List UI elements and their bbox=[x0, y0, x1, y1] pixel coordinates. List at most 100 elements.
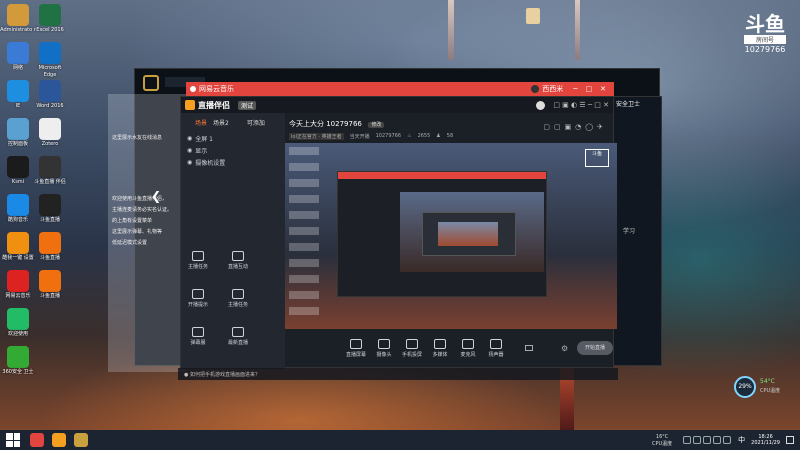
recycle-bin-icon[interactable] bbox=[526, 8, 540, 24]
desktop-shortcut[interactable]: 控制面板 bbox=[0, 118, 36, 148]
footer-hint[interactable]: ● 如何把手机游戏直播画面进来？ bbox=[178, 368, 618, 380]
side-tool-label: 最新直播 bbox=[227, 340, 248, 346]
camera-icon[interactable] bbox=[525, 345, 533, 351]
security-item[interactable]: 学习 bbox=[623, 226, 661, 235]
side-tool-button[interactable]: 主播任务 bbox=[185, 251, 211, 270]
tray-icons[interactable] bbox=[682, 436, 732, 444]
taskbar-app-icon[interactable] bbox=[52, 433, 66, 447]
start-button[interactable] bbox=[6, 433, 20, 447]
bottom-tool-label: 扬声器 bbox=[488, 352, 504, 358]
notification-icon[interactable] bbox=[786, 436, 794, 444]
app-icon bbox=[7, 308, 29, 330]
chevron-left-icon[interactable]: ❮ bbox=[151, 189, 165, 203]
desktop-shortcut-label: 酷我一键 设置 bbox=[2, 255, 34, 261]
desktop-shortcut-label: 网易云音乐 bbox=[5, 293, 31, 299]
tray-icon[interactable] bbox=[703, 436, 712, 444]
start-stream-button[interactable]: 开始直播 bbox=[577, 341, 613, 355]
side-tool-button[interactable]: 主播任务 bbox=[225, 289, 251, 308]
bottom-tool-button[interactable]: 扬声器 bbox=[485, 339, 507, 358]
music-titlebar[interactable]: 网易云音乐 西西米 ─ □ ✕ bbox=[186, 82, 614, 96]
desktop-shortcut[interactable]: IE bbox=[0, 80, 36, 110]
volume-icon[interactable] bbox=[723, 436, 732, 444]
avatar[interactable] bbox=[536, 100, 546, 110]
heat-value: 2655 bbox=[417, 133, 431, 139]
category-tag[interactable]: lol正在官方 · 英雄王者 bbox=[289, 133, 344, 140]
source-item[interactable]: ◉ 显示 bbox=[187, 144, 281, 156]
tray-icon[interactable] bbox=[693, 436, 702, 444]
bottom-tool-button[interactable]: 多媒体 bbox=[429, 339, 451, 358]
cpu-widget[interactable]: 29% 54°C CPU温度 bbox=[734, 376, 786, 398]
preview-canvas[interactable]: 斗鱼 bbox=[285, 143, 617, 329]
side-tool-button[interactable]: 最新直播 bbox=[225, 327, 251, 346]
desktop-shortcut[interactable]: 网络 bbox=[0, 42, 36, 72]
desktop-shortcut[interactable]: 斗鱼直播 伴侣 bbox=[32, 156, 68, 186]
network-icon[interactable] bbox=[713, 436, 722, 444]
eye-icon[interactable]: ◉ bbox=[187, 135, 192, 142]
side-tool-button[interactable]: 弹幕服 bbox=[185, 327, 211, 346]
tray-icon[interactable] bbox=[683, 436, 692, 444]
tool-icon bbox=[232, 327, 244, 337]
music-logo-icon bbox=[190, 86, 196, 92]
desktop-shortcut[interactable]: Microsoft Edge bbox=[32, 42, 68, 79]
desktop-shortcut[interactable]: 斗鱼直播 bbox=[32, 194, 68, 224]
nested-douyu-logo: 斗鱼 bbox=[585, 149, 609, 167]
desktop-shortcut[interactable]: Word 2016 bbox=[32, 80, 68, 110]
close-icon[interactable]: ✕ bbox=[600, 85, 606, 93]
source-item[interactable]: ◉ 摄像机设置 bbox=[187, 156, 281, 168]
stream-titlebar[interactable]: 直播伴侣 测试 □ ▣ ◐ ☰ ─ □ ✕ bbox=[181, 97, 613, 113]
bottom-tool-button[interactable]: 摄像头 bbox=[373, 339, 395, 358]
avatar[interactable] bbox=[531, 85, 540, 93]
bottom-tool-button[interactable]: 麦克风 bbox=[457, 339, 479, 358]
taskbar-app-icon[interactable] bbox=[74, 433, 88, 447]
ime-indicator[interactable]: 中 bbox=[738, 435, 745, 445]
test-badge[interactable]: 测试 bbox=[238, 100, 257, 110]
tab-add[interactable]: 可添加 bbox=[247, 118, 265, 127]
settings-icon[interactable]: ⚙ bbox=[561, 344, 568, 353]
side-tool-button[interactable]: 直播互动 bbox=[225, 251, 251, 270]
toolbar-icons[interactable]: □ ▣ ◐ ☰ ─ □ ✕ bbox=[553, 101, 609, 109]
desktop-shortcut[interactable]: Administrato r bbox=[0, 4, 36, 34]
tool-icon bbox=[406, 339, 418, 349]
desktop-shortcut[interactable]: 酷我一键 设置 bbox=[0, 232, 36, 262]
minimize-icon[interactable]: ─ bbox=[573, 85, 577, 93]
tab-scene-2[interactable]: 场景2 bbox=[213, 118, 229, 127]
weather[interactable]: 16°C CPU温度 bbox=[652, 434, 672, 447]
bottom-tool-button[interactable]: 手机投屏 bbox=[401, 339, 423, 358]
chat-message: 这里展示水友在线消息 bbox=[112, 135, 163, 141]
music-user[interactable]: 西西米 bbox=[542, 84, 563, 94]
douyu-logo: 斗鱼 bbox=[745, 12, 785, 36]
eye-icon[interactable]: ◉ bbox=[187, 159, 192, 166]
music-window[interactable]: 网易云音乐 西西米 ─ □ ✕ bbox=[186, 82, 614, 96]
app-icon bbox=[7, 346, 29, 368]
desktop-shortcut[interactable]: 网易云音乐 bbox=[0, 270, 36, 300]
desktop-shortcut[interactable]: Excel 2016 bbox=[32, 4, 68, 34]
desktop-shortcut[interactable]: 斗鱼直播 bbox=[32, 232, 68, 262]
bottom-tool-button[interactable]: 直播屏幕 bbox=[345, 339, 367, 358]
side-tool-button[interactable]: 开播提示 bbox=[185, 289, 211, 308]
stream-window[interactable]: 直播伴侣 测试 □ ▣ ◐ ☰ ─ □ ✕ 场景 场景2 可添加 ◉ 全屏 1 ◉ 显… bbox=[151, 96, 617, 369]
tool-icon bbox=[462, 339, 474, 349]
desktop-shortcut[interactable]: 欢迎使用 bbox=[0, 308, 36, 338]
heat-icon: ♨ bbox=[407, 133, 412, 139]
maximize-icon[interactable]: □ bbox=[586, 85, 593, 93]
chat-message: 欢迎使用斗鱼直播伴侣， bbox=[112, 196, 168, 202]
taskbar-app-icon[interactable] bbox=[30, 433, 44, 447]
edit-room-button[interactable]: 修改 bbox=[368, 122, 385, 128]
desktop-shortcut[interactable]: Ksmi bbox=[0, 156, 36, 186]
desktop-shortcut[interactable]: 斗鱼直播 bbox=[32, 270, 68, 300]
clock[interactable]: 18:26 2021/11/29 bbox=[751, 434, 780, 446]
header-actions[interactable]: ▢▢▣◔◯✈ bbox=[543, 123, 607, 131]
desktop-shortcut[interactable]: Zotero bbox=[32, 118, 68, 148]
stream-logo-icon bbox=[185, 100, 195, 110]
source-item[interactable]: ◉ 全屏 1 bbox=[187, 132, 281, 144]
tab-scene-1[interactable]: 场景 bbox=[195, 118, 207, 127]
tool-icon bbox=[192, 289, 204, 299]
desktop-shortcut-label: Ksmi bbox=[11, 179, 25, 185]
security-window[interactable]: 安全卫士 学习 bbox=[612, 96, 662, 366]
desktop-shortcut[interactable]: 360安全 卫士 bbox=[0, 346, 36, 376]
nested-stream-window bbox=[337, 171, 547, 297]
eye-icon[interactable]: ◉ bbox=[187, 147, 192, 154]
side-tool-label: 弹幕服 bbox=[190, 340, 206, 346]
desktop-shortcut[interactable]: 酷狗音乐 bbox=[0, 194, 36, 224]
bottom-tool-label: 多媒体 bbox=[432, 352, 448, 358]
